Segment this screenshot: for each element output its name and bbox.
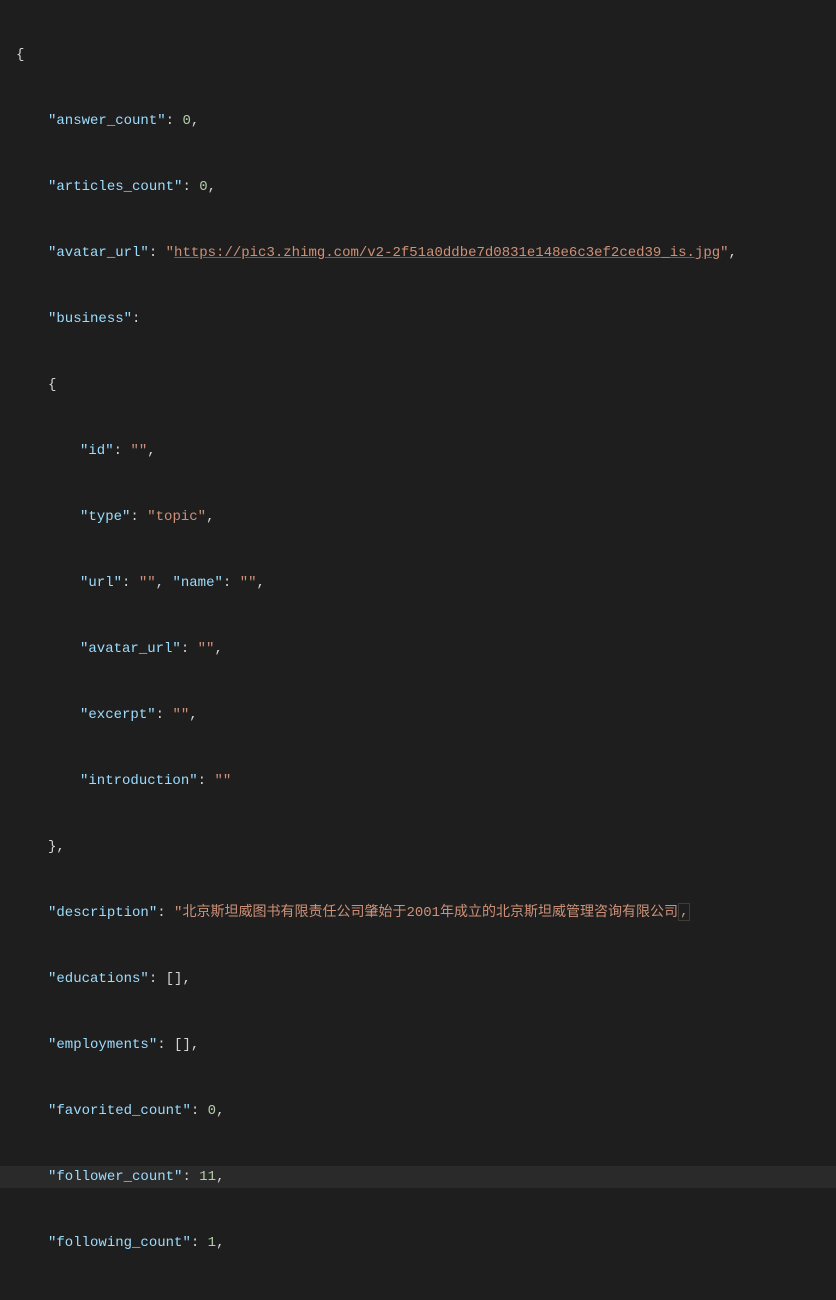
code-line: "following_count": 1, (0, 1232, 836, 1254)
json-value: 11 (199, 1169, 216, 1185)
json-key: employments (56, 1037, 148, 1053)
url-link[interactable]: https://pic3.zhimg.com/v2-2f51a0ddbe7d08… (174, 245, 720, 261)
code-line: "business": (0, 308, 836, 330)
code-line: "favorited_count": 0, (0, 1100, 836, 1122)
code-line: "articles_count": 0, (0, 176, 836, 198)
json-key: name (181, 575, 215, 591)
json-value: [] (166, 971, 183, 987)
json-key: avatar_url (56, 245, 140, 261)
json-value: topic (156, 509, 198, 525)
json-key: description (56, 905, 148, 921)
open-brace: { (16, 47, 24, 63)
code-line: "introduction": "" (0, 770, 836, 792)
json-value: 北京斯坦威图书有限责任公司肇始于2001年成立的北京斯坦威管理咨询有限公司 (182, 905, 678, 921)
json-key: type (88, 509, 122, 525)
code-line: "gender": -1, (0, 1298, 836, 1300)
json-key: id (88, 443, 105, 459)
code-line: { (0, 44, 836, 66)
code-line: "avatar_url": "", (0, 638, 836, 660)
json-key: favorited_count (56, 1103, 182, 1119)
json-key: avatar_url (88, 641, 172, 657)
code-line-highlighted: "follower_count": 11, (0, 1166, 836, 1188)
json-key: excerpt (88, 707, 147, 723)
json-key: url (88, 575, 113, 591)
json-key: articles_count (56, 179, 174, 195)
code-line: "answer_count": 0, (0, 110, 836, 132)
code-line: "url": "", "name": "", (0, 572, 836, 594)
code-line: }, (0, 836, 836, 858)
json-key: educations (56, 971, 140, 987)
json-value: 0 (182, 113, 190, 129)
code-line: "description": "北京斯坦威图书有限责任公司肇始于2001年成立的… (0, 902, 836, 924)
code-line: "avatar_url": "https://pic3.zhimg.com/v2… (0, 242, 836, 264)
json-key: introduction (88, 773, 189, 789)
json-key: answer_count (56, 113, 157, 129)
truncation-indicator: , (678, 903, 690, 921)
json-value: 0 (208, 1103, 216, 1119)
code-line: { (0, 374, 836, 396)
json-value: [] (174, 1037, 191, 1053)
json-value: 1 (208, 1235, 216, 1251)
code-line: "educations": [], (0, 968, 836, 990)
code-line: "type": "topic", (0, 506, 836, 528)
json-key: business (56, 311, 123, 327)
code-line: "excerpt": "", (0, 704, 836, 726)
json-key: following_count (56, 1235, 182, 1251)
code-editor[interactable]: { "answer_count": 0, "articles_count": 0… (0, 0, 836, 1300)
code-line: "id": "", (0, 440, 836, 462)
code-line: "employments": [], (0, 1034, 836, 1056)
json-key: follower_count (56, 1169, 174, 1185)
json-value: 0 (199, 179, 207, 195)
